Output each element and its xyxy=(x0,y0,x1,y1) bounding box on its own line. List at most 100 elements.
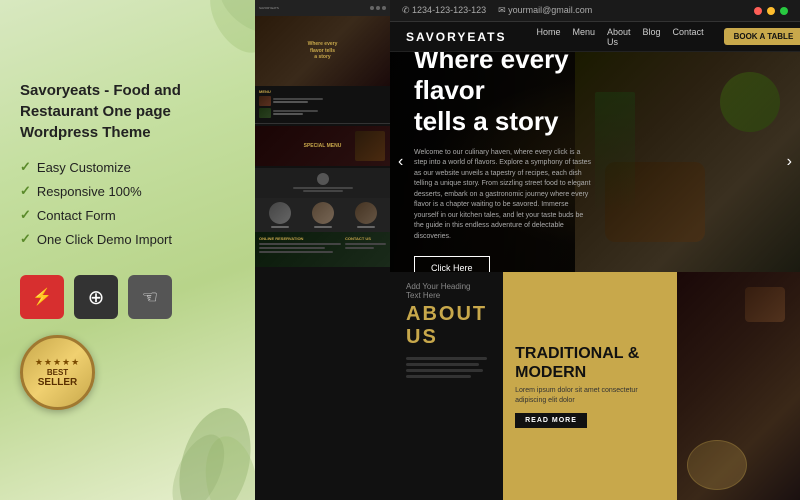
nav-link-contact[interactable]: Contact xyxy=(673,27,704,47)
preview-menu-item-1 xyxy=(259,96,386,106)
preview-res-line-3 xyxy=(259,251,333,253)
about-body-content xyxy=(406,357,487,378)
preview-team-member-1 xyxy=(259,202,300,228)
touch-badge: ☜ xyxy=(128,275,172,319)
preview-menu-line-c xyxy=(273,110,318,112)
site-topbar: ✆ 1234-123-123-123 ✉ yourmail@gmail.com xyxy=(390,0,800,22)
best-seller-stars: ★★★★★ xyxy=(35,357,80,368)
feature-label-3: Contact Form xyxy=(37,208,116,223)
site-logo: SAVORYEATS xyxy=(406,30,506,44)
touch-icon: ☜ xyxy=(142,287,158,308)
navbar-links: Home Menu About Us Blog Contact xyxy=(536,27,703,47)
right-food-image xyxy=(677,272,800,500)
preview-team-name-2 xyxy=(314,226,332,228)
preview-team-img-1 xyxy=(269,202,291,224)
about-title: ABOUT US xyxy=(406,303,487,349)
nav-link-home[interactable]: Home xyxy=(536,27,560,47)
best-seller-circle: ★★★★★ Best SELLER xyxy=(20,335,95,410)
preview-menu-section: MENU xyxy=(255,86,390,124)
preview-quote-line-2 xyxy=(303,190,343,192)
preview-menu-title: MENU xyxy=(259,89,386,94)
preview-hero-text: Where everyflavor tellsa story xyxy=(308,41,338,61)
hero-prev-arrow[interactable]: ‹ xyxy=(398,153,403,171)
right-main-panel: ✆ 1234-123-123-123 ✉ yourmail@gmail.com … xyxy=(390,0,800,500)
hero-section: Where every flavortells a story Welcome … xyxy=(390,52,800,272)
topbar-phone: ✆ 1234-123-123-123 xyxy=(402,5,486,16)
preview-nav-dots xyxy=(370,6,386,10)
preview-nav-dot-3 xyxy=(382,6,386,10)
traditional-section: TRADITIONAL &MODERN Lorem ipsum dolor si… xyxy=(503,272,677,500)
preview-team-img-2 xyxy=(312,202,334,224)
preview-team-member-3 xyxy=(345,202,386,228)
hero-title: Where every flavortells a story xyxy=(414,52,592,138)
feature-label-1: Easy Customize xyxy=(37,160,131,175)
preview-reservation-section: ONLINE RESERVATION CONTACT US xyxy=(255,232,390,267)
nav-link-menu[interactable]: Menu xyxy=(572,27,595,47)
preview-nav-dot-2 xyxy=(376,6,380,10)
preview-contact-line-2 xyxy=(345,247,374,249)
middle-website-preview: SAVORYEATS Where everyflavor tellsa stor… xyxy=(255,0,390,500)
preview-quote-line-1 xyxy=(293,187,353,189)
feature-item-3: ✓ Contact Form xyxy=(20,207,235,223)
preview-team-member-2 xyxy=(302,202,343,228)
preview-content: SAVORYEATS Where everyflavor tellsa stor… xyxy=(255,0,390,500)
features-list: ✓ Easy Customize ✓ Responsive 100% ✓ Con… xyxy=(20,159,235,255)
check-icon-1: ✓ xyxy=(20,159,31,175)
topbar-close-dot xyxy=(754,7,762,15)
about-subtitle: Add Your Heading Text Here xyxy=(406,282,487,300)
about-line-2 xyxy=(406,363,479,366)
check-icon-2: ✓ xyxy=(20,183,31,199)
hero-cta-button[interactable]: Click Here xyxy=(414,256,490,272)
feature-item-4: ✓ One Click Demo Import xyxy=(20,231,235,247)
check-icon-3: ✓ xyxy=(20,207,31,223)
feature-item-1: ✓ Easy Customize xyxy=(20,159,235,175)
leaf-decor-top-icon xyxy=(175,0,255,80)
preview-nav-dot-1 xyxy=(370,6,374,10)
nav-link-blog[interactable]: Blog xyxy=(643,27,661,47)
about-line-1 xyxy=(406,357,487,360)
topbar-minimize-dot xyxy=(767,7,775,15)
preview-hero-image: Where everyflavor tellsa story xyxy=(255,16,390,86)
preview-res-line-2 xyxy=(259,247,325,249)
about-line-4 xyxy=(406,375,471,378)
preview-team-img-3 xyxy=(355,202,377,224)
tech-badges: ⚡ ⊕ ☜ xyxy=(20,275,235,319)
preview-hero-section: Where everyflavor tellsa story xyxy=(255,16,390,86)
preview-menu-item-2 xyxy=(259,108,386,118)
feature-label-2: Responsive 100% xyxy=(37,184,142,199)
traditional-title: TRADITIONAL &MODERN xyxy=(515,344,665,382)
preview-contact-line-1 xyxy=(345,243,386,245)
wordpress-icon: ⊕ xyxy=(88,285,105,310)
traditional-description: Lorem ipsum dolor sit amet consectetur a… xyxy=(515,386,665,406)
hero-next-arrow[interactable]: › xyxy=(787,153,792,171)
food-lime-visual xyxy=(720,72,780,132)
preview-menu-img-2 xyxy=(259,108,271,118)
nav-link-about[interactable]: About Us xyxy=(607,27,631,47)
preview-team-section xyxy=(255,198,390,232)
wordpress-badge: ⊕ xyxy=(74,275,118,319)
preview-header-bar: SAVORYEATS xyxy=(255,0,390,16)
elementor-badge: ⚡ xyxy=(20,275,64,319)
bottom-section: Add Your Heading Text Here ABOUT US TRAD… xyxy=(390,272,800,500)
leaf-decor-bottom-icon xyxy=(165,380,255,500)
elementor-icon: ⚡ xyxy=(32,287,52,307)
topbar-window-controls xyxy=(754,7,788,15)
theme-title: Savoryeats - Food and Restaurant One pag… xyxy=(20,80,235,143)
read-more-button[interactable]: READ MORE xyxy=(515,413,587,428)
preview-site-name: SAVORYEATS xyxy=(259,6,368,10)
feature-item-2: ✓ Responsive 100% xyxy=(20,183,235,199)
hero-subtitle: Welcome to our culinary haven, where eve… xyxy=(414,148,592,243)
site-navbar: SAVORYEATS Home Menu About Us Blog Conta… xyxy=(390,22,800,52)
preview-testimonial-section xyxy=(255,168,390,198)
topbar-email: ✉ yourmail@gmail.com xyxy=(498,5,592,16)
preview-reservation-title: ONLINE RESERVATION xyxy=(259,236,341,241)
topbar-maximize-dot xyxy=(780,7,788,15)
left-panel: Savoryeats - Food and Restaurant One pag… xyxy=(0,0,255,500)
food-item-visual xyxy=(745,287,785,322)
preview-menu-line-a xyxy=(273,98,323,100)
about-section: Add Your Heading Text Here ABOUT US xyxy=(390,272,503,500)
preview-res-line-1 xyxy=(259,243,341,245)
book-table-button[interactable]: BOOK A TABLE xyxy=(724,28,800,45)
preview-contact-section: CONTACT US xyxy=(345,236,386,263)
check-icon-4: ✓ xyxy=(20,231,31,247)
